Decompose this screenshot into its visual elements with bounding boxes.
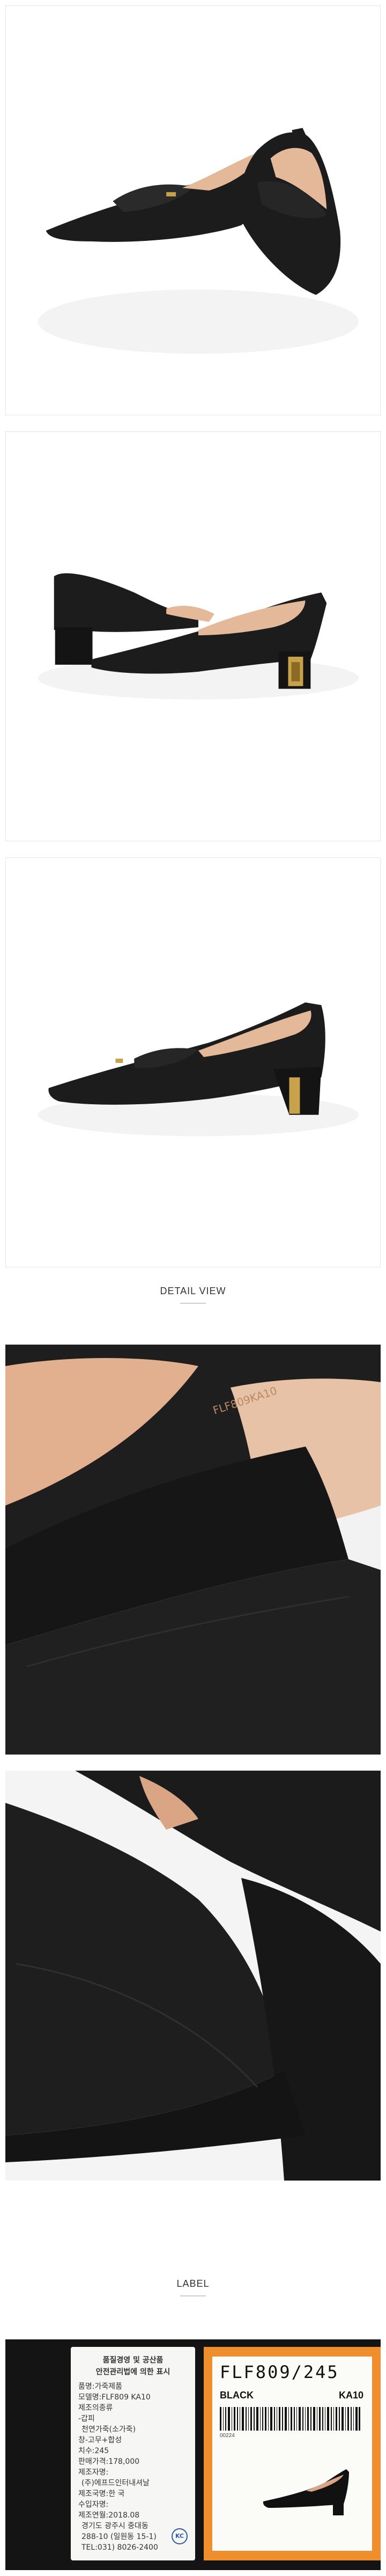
product-photo-pair-side	[5, 431, 381, 841]
care-line: 경기도 광주시 중대동	[81, 2522, 149, 2530]
care-label-tag: 품질경영 및 공산품 안전관리법에 의한 표시 품명:가죽제품 모델명:FLF8…	[71, 2347, 195, 2560]
care-line: 제조의종류	[78, 2404, 113, 2412]
detail-view-title: DETAIL VIEW	[160, 1286, 226, 1296]
care-line: 수입자명:	[78, 2500, 109, 2509]
color-name: BLACK	[220, 2390, 254, 2401]
shoe-pair-image	[38, 128, 359, 354]
label-section-title: LABEL	[176, 2278, 210, 2289]
care-line: 판매가격:178,000	[78, 2457, 140, 2466]
care-line: 모델명:FLF809 KA10	[78, 2393, 151, 2402]
care-line: (주)에프드인터내셔날	[81, 2479, 150, 2487]
care-label-heading: 품질경영 및 공산품 안전관리법에 의한 표시	[78, 2354, 188, 2378]
product-photo-pair-front	[5, 5, 381, 415]
vamp-closeup-image: FLF809KA10	[5, 1345, 381, 1755]
detail-photo-toe-closeup	[5, 1771, 381, 2181]
kc-certification-mark-icon: KC	[172, 2528, 188, 2544]
size-code: KA10	[338, 2390, 363, 2401]
label-photo: 품질경영 및 공산품 안전관리법에 의한 표시 품명:가죽제품 모델명:FLF8…	[5, 2339, 381, 2570]
label-section-divider	[180, 2295, 206, 2296]
price-size-tag-inner: FLF809/245 BLACK KA10 00224	[212, 2357, 372, 2551]
care-line: -갑피	[78, 2414, 95, 2423]
shoe-single-side-image	[38, 1002, 359, 1136]
price-size-tag: FLF809/245 BLACK KA10 00224	[204, 2347, 381, 2560]
detail-view-divider	[180, 1303, 206, 1304]
care-line: 창-고무+합성	[78, 2436, 122, 2445]
care-line: 제조자명:	[78, 2468, 109, 2477]
care-line: TEL:031) 8026-2400	[81, 2543, 158, 2552]
care-line: 제조연월:2018.08	[78, 2511, 140, 2520]
style-code: FLF809/245	[220, 2362, 339, 2382]
care-line: 제조국명:한 국	[78, 2490, 125, 2498]
product-photo-single-side	[5, 857, 381, 1267]
care-line: 천연가죽(소가죽)	[81, 2425, 136, 2434]
care-heading-line-1: 품질경영 및 공산품	[102, 2356, 164, 2365]
barcode-icon	[220, 2407, 360, 2431]
care-heading-line-2: 안전관리법에 의한 표시	[95, 2368, 170, 2376]
barcode-number: 00224	[220, 2433, 235, 2439]
shoe-pair-side-image	[38, 573, 359, 700]
toe-closeup-image	[5, 1771, 381, 2181]
care-line: 품명:가죽제품	[78, 2382, 122, 2391]
tag-shoe-image	[263, 2469, 349, 2515]
care-line: 치수:245	[78, 2447, 109, 2455]
detail-photo-vamp-closeup: FLF809KA10	[5, 1345, 381, 1755]
